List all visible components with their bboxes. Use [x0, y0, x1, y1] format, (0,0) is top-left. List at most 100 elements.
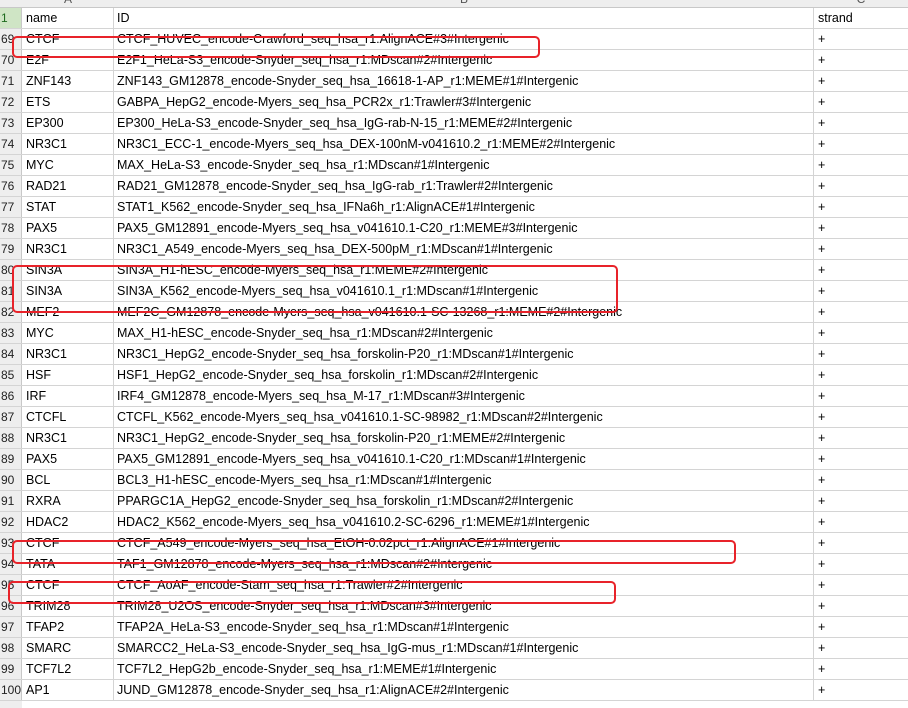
cell-name[interactable]: IRF [22, 386, 114, 406]
row-number[interactable]: 69 [0, 29, 22, 49]
cell-strand[interactable]: + [814, 29, 908, 49]
cell-strand[interactable]: + [814, 470, 908, 490]
cell-id[interactable]: TRIM28_U2OS_encode-Snyder_seq_hsa_r1:MDs… [114, 596, 814, 616]
cell-name[interactable]: TFAP2 [22, 617, 114, 637]
cell-name[interactable]: ZNF143 [22, 71, 114, 91]
row-number[interactable]: 94 [0, 554, 22, 574]
header-cell-name[interactable]: name [22, 8, 114, 28]
row-number[interactable]: 91 [0, 491, 22, 511]
cell-name[interactable]: CTCF [22, 29, 114, 49]
row-number[interactable]: 90 [0, 470, 22, 490]
cell-id[interactable]: TFAP2A_HeLa-S3_encode-Snyder_seq_hsa_r1:… [114, 617, 814, 637]
row-number[interactable]: 92 [0, 512, 22, 532]
row-number[interactable]: 74 [0, 134, 22, 154]
cell-strand[interactable]: + [814, 323, 908, 343]
cell-name[interactable]: EP300 [22, 113, 114, 133]
cell-id[interactable]: PAX5_GM12891_encode-Myers_seq_hsa_v04161… [114, 218, 814, 238]
cell-id[interactable]: TAF1_GM12878_encode-Myers_seq_hsa_r1:MDs… [114, 554, 814, 574]
cell-id[interactable]: MEF2C_GM12878_encode-Myers_seq_hsa_v0416… [114, 302, 814, 322]
column-letter-a[interactable]: A [22, 0, 114, 6]
row-number[interactable]: 72 [0, 92, 22, 112]
row-number[interactable]: 71 [0, 71, 22, 91]
cell-name[interactable]: MEF2 [22, 302, 114, 322]
row-number[interactable]: 78 [0, 218, 22, 238]
row-number[interactable]: 96 [0, 596, 22, 616]
cell-strand[interactable]: + [814, 554, 908, 574]
cell-strand[interactable]: + [814, 113, 908, 133]
cell-strand[interactable]: + [814, 71, 908, 91]
cell-strand[interactable]: + [814, 218, 908, 238]
cell-strand[interactable]: + [814, 659, 908, 679]
row-number[interactable]: 81 [0, 281, 22, 301]
cell-strand[interactable]: + [814, 134, 908, 154]
row-number[interactable]: 70 [0, 50, 22, 70]
row-number[interactable]: 83 [0, 323, 22, 343]
cell-id[interactable]: JUND_GM12878_encode-Snyder_seq_hsa_r1:Al… [114, 680, 814, 700]
cell-strand[interactable]: + [814, 575, 908, 595]
cell-id[interactable]: PPARGC1A_HepG2_encode-Snyder_seq_hsa_for… [114, 491, 814, 511]
cell-id[interactable]: CTCF_AoAF_encode-Stam_seq_hsa_r1:Trawler… [114, 575, 814, 595]
cell-id[interactable]: RAD21_GM12878_encode-Snyder_seq_hsa_IgG-… [114, 176, 814, 196]
cell-strand[interactable]: + [814, 533, 908, 553]
row-number[interactable]: 73 [0, 113, 22, 133]
row-number[interactable]: 76 [0, 176, 22, 196]
cell-strand[interactable]: + [814, 491, 908, 511]
row-number[interactable]: 100 [0, 680, 22, 700]
cell-name[interactable]: HDAC2 [22, 512, 114, 532]
cell-name[interactable]: AP1 [22, 680, 114, 700]
cell-strand[interactable]: + [814, 407, 908, 427]
row-number[interactable]: 87 [0, 407, 22, 427]
cell-strand[interactable]: + [814, 638, 908, 658]
cell-name[interactable]: SIN3A [22, 281, 114, 301]
cell-strand[interactable]: + [814, 260, 908, 280]
cell-name[interactable]: MYC [22, 155, 114, 175]
cell-name[interactable]: RAD21 [22, 176, 114, 196]
cell-id[interactable]: SIN3A_H1-hESC_encode-Myers_seq_hsa_r1:ME… [114, 260, 814, 280]
row-number[interactable]: 77 [0, 197, 22, 217]
cell-name[interactable]: TCF7L2 [22, 659, 114, 679]
cell-id[interactable]: NR3C1_A549_encode-Myers_seq_hsa_DEX-500p… [114, 239, 814, 259]
cell-name[interactable]: RXRA [22, 491, 114, 511]
cell-id[interactable]: EP300_HeLa-S3_encode-Snyder_seq_hsa_IgG-… [114, 113, 814, 133]
cell-id[interactable]: E2F1_HeLa-S3_encode-Snyder_seq_hsa_r1:MD… [114, 50, 814, 70]
row-number[interactable]: 80 [0, 260, 22, 280]
cell-strand[interactable]: + [814, 92, 908, 112]
cell-name[interactable]: TATA [22, 554, 114, 574]
cell-strand[interactable]: + [814, 302, 908, 322]
cell-id[interactable]: MAX_HeLa-S3_encode-Snyder_seq_hsa_r1:MDs… [114, 155, 814, 175]
cell-id[interactable]: SIN3A_K562_encode-Myers_seq_hsa_v041610.… [114, 281, 814, 301]
cell-strand[interactable]: + [814, 176, 908, 196]
cell-strand[interactable]: + [814, 512, 908, 532]
row-number[interactable]: 88 [0, 428, 22, 448]
cell-id[interactable]: CTCF_A549_encode-Myers_seq_hsa_EtOH-0.02… [114, 533, 814, 553]
cell-id[interactable]: NR3C1_HepG2_encode-Snyder_seq_hsa_forsko… [114, 344, 814, 364]
row-number[interactable]: 86 [0, 386, 22, 406]
cell-name[interactable]: STAT [22, 197, 114, 217]
cell-id[interactable]: IRF4_GM12878_encode-Myers_seq_hsa_M-17_r… [114, 386, 814, 406]
cell-name[interactable]: E2F [22, 50, 114, 70]
row-number[interactable]: 93 [0, 533, 22, 553]
row-number[interactable]: 79 [0, 239, 22, 259]
cell-id[interactable]: NR3C1_HepG2_encode-Snyder_seq_hsa_forsko… [114, 428, 814, 448]
cell-strand[interactable]: + [814, 617, 908, 637]
header-cell-strand[interactable]: strand [814, 8, 908, 28]
cell-id[interactable]: CTCFL_K562_encode-Myers_seq_hsa_v041610.… [114, 407, 814, 427]
row-number[interactable]: 89 [0, 449, 22, 469]
cell-id[interactable]: CTCF_HUVEC_encode-Crawford_seq_hsa_r1:Al… [114, 29, 814, 49]
cell-name[interactable]: ETS [22, 92, 114, 112]
cell-id[interactable]: NR3C1_ECC-1_encode-Myers_seq_hsa_DEX-100… [114, 134, 814, 154]
cell-id[interactable]: HSF1_HepG2_encode-Snyder_seq_hsa_forskol… [114, 365, 814, 385]
cell-id[interactable]: SMARCC2_HeLa-S3_encode-Snyder_seq_hsa_Ig… [114, 638, 814, 658]
cell-name[interactable]: MYC [22, 323, 114, 343]
cell-id[interactable]: PAX5_GM12891_encode-Myers_seq_hsa_v04161… [114, 449, 814, 469]
cell-strand[interactable]: + [814, 596, 908, 616]
cell-name[interactable]: PAX5 [22, 218, 114, 238]
header-cell-id[interactable]: ID [114, 8, 814, 28]
cell-strand[interactable]: + [814, 680, 908, 700]
cell-strand[interactable]: + [814, 239, 908, 259]
cell-name[interactable]: NR3C1 [22, 134, 114, 154]
cell-strand[interactable]: + [814, 50, 908, 70]
row-number[interactable]: 95 [0, 575, 22, 595]
cell-name[interactable]: NR3C1 [22, 344, 114, 364]
column-letter-b[interactable]: B [114, 0, 814, 6]
